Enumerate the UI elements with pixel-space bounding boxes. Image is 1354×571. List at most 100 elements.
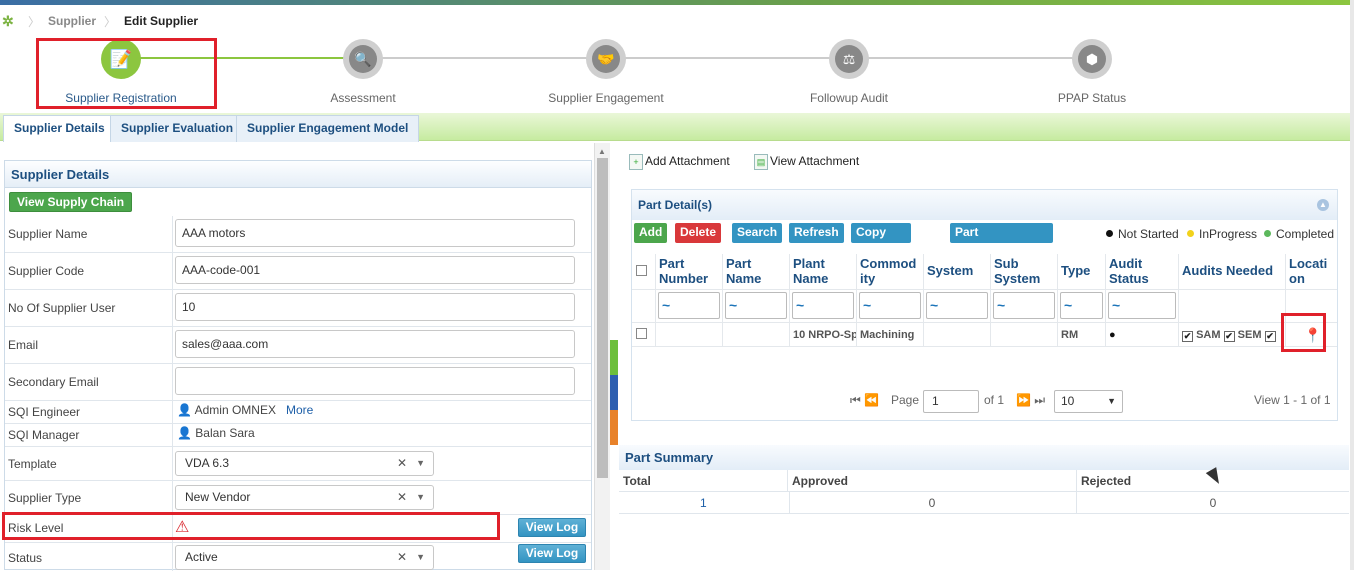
filter-cell <box>1286 289 1337 322</box>
secondary-email-field[interactable] <box>175 367 575 395</box>
registration-icon: 📝 <box>109 48 133 69</box>
chevron-down-icon[interactable]: ▼ <box>416 486 425 509</box>
col-audits-needed[interactable]: Audits Needed <box>1179 254 1286 289</box>
add-attachment-link[interactable]: + Add Attachment <box>629 154 730 170</box>
view-supply-chain-button[interactable]: View Supply Chain <box>9 192 133 212</box>
plant-name-filter[interactable]: ~ <box>792 292 854 319</box>
supplier-code-input[interactable]: AAA-code-001 <box>175 256 575 284</box>
user-icon: 👤 <box>177 403 192 417</box>
system-filter[interactable]: ~ <box>926 292 988 319</box>
supplier-details-panel: Supplier Details View Supply Chain Suppl… <box>4 160 592 571</box>
app-logo-icon[interactable]: ✲ <box>2 13 20 30</box>
col-type[interactable]: Type <box>1058 254 1106 289</box>
view-attachment-link[interactable]: ▤ View Attachment <box>754 154 859 170</box>
row-checkbox[interactable] <box>632 322 656 347</box>
refresh-button[interactable]: Refresh <box>789 223 844 243</box>
clear-icon[interactable]: ✕ <box>397 452 407 475</box>
add-button[interactable]: Add <box>634 223 668 243</box>
audit-icon: ⚖ <box>835 45 863 73</box>
col-part-number[interactable]: Part Number <box>656 254 723 289</box>
filter-cell: ~ <box>790 289 857 322</box>
supplier-type-select[interactable]: New Vendor ✕ ▼ <box>175 485 434 510</box>
row-supplier-type: Supplier Type New Vendor ✕ ▼ <box>5 481 591 515</box>
view-log-button[interactable]: View Log <box>518 544 586 563</box>
chevron-down-icon: ▼ <box>1107 396 1116 406</box>
delete-button[interactable]: Delete <box>675 223 722 243</box>
select-all-checkbox[interactable] <box>632 254 656 289</box>
breadcrumb-edit-supplier: Edit Supplier <box>124 14 199 28</box>
filter-cell: ~ <box>924 289 991 322</box>
collapse-icon[interactable]: ▲ <box>1317 199 1329 211</box>
chevron-down-icon[interactable]: ▼ <box>416 452 425 475</box>
legend-inprogress: InProgress <box>1187 227 1257 241</box>
page-label: Page <box>891 393 920 407</box>
filter-cell: ~ <box>1058 289 1106 322</box>
tab-supplier-details[interactable]: Supplier Details <box>3 115 116 142</box>
copy-location-button[interactable]: Copy Location <box>851 223 911 257</box>
status-select[interactable]: Active ✕ ▼ <box>175 545 434 570</box>
part-name-filter[interactable]: ~ <box>725 292 787 319</box>
step-label: Supplier Registration <box>65 91 177 105</box>
page-size-select[interactable]: 10 ▼ <box>1054 390 1123 413</box>
sqi-engineer-value: 👤 Admin OMNEX More <box>177 403 314 417</box>
sqi-manager-value: 👤 Balan Sara <box>177 426 255 440</box>
clear-icon[interactable]: ✕ <box>397 486 407 509</box>
pager-next-last-icons[interactable]: ⏩ ⏭ <box>1016 393 1045 408</box>
scroll-up-icon[interactable]: ▲ <box>598 147 606 156</box>
audit-status-filter[interactable]: ~ <box>1108 292 1176 319</box>
splitter-scrollbar[interactable]: ▲ <box>594 143 610 570</box>
search-button[interactable]: Search <box>732 223 783 243</box>
cell-plant-name: 10 NRPO-Sp <box>790 322 857 347</box>
pager-first-prev-icons[interactable]: ⏮ ⏪ <box>850 393 879 408</box>
cell-part-number <box>656 322 723 347</box>
email-field[interactable]: sales@aaa.com <box>175 330 575 358</box>
step-supplier-registration[interactable]: 📝 Supplier Registration <box>31 37 211 105</box>
cell-location[interactable]: 📍 <box>1286 322 1337 347</box>
step-followup-audit[interactable]: ⚖ Followup Audit <box>759 37 939 105</box>
more-link[interactable]: More <box>286 403 313 417</box>
cell-audits-needed[interactable]: ✔ SAM ✔ SEM ✔ <box>1179 322 1286 347</box>
col-sub-system[interactable]: Sub System <box>991 254 1058 289</box>
step-supplier-engagement[interactable]: 🤝 Supplier Engagement <box>516 37 696 105</box>
scrollbar-thumb[interactable] <box>597 158 608 478</box>
supplier-name-input[interactable]: AAA motors <box>175 219 575 247</box>
template-select[interactable]: VDA 6.3 ✕ ▼ <box>175 451 434 476</box>
col-location[interactable]: Locati on <box>1286 254 1337 289</box>
row-supplier-name: Supplier Name AAA motors <box>5 216 591 253</box>
breadcrumb-supplier[interactable]: Supplier <box>48 14 96 28</box>
tab-supplier-engagement-model[interactable]: Supplier Engagement Model <box>236 115 420 142</box>
breadcrumb-separator: 〉 <box>104 14 117 29</box>
chevron-down-icon[interactable]: ▼ <box>416 546 425 569</box>
clear-icon[interactable]: ✕ <box>397 546 407 569</box>
view-log-button[interactable]: View Log <box>518 518 586 537</box>
tab-supplier-evaluation[interactable]: Supplier Evaluation <box>110 115 245 142</box>
wizard-steps: 📝 Supplier Registration 🔍 Assessment 🤝 S… <box>0 37 1354 111</box>
page-number-input[interactable]: 1 <box>923 390 979 413</box>
page-scrollbar[interactable] <box>1350 0 1354 570</box>
field-label: Status <box>8 551 43 565</box>
col-plant-name[interactable]: Plant Name <box>790 254 857 289</box>
field-label: Supplier Name <box>8 227 88 241</box>
col-system[interactable]: System <box>924 254 991 289</box>
col-audit-status[interactable]: Audit Status <box>1106 254 1179 289</box>
map-pin-icon[interactable]: 📍 <box>1304 327 1321 343</box>
field-label: Template <box>8 457 57 471</box>
col-part-name[interactable]: Part Name <box>723 254 790 289</box>
col-commodity[interactable]: Commod ity <box>857 254 924 289</box>
part-number-filter[interactable]: ~ <box>658 292 720 319</box>
step-label: Assessment <box>330 91 396 105</box>
row-supplier-code: Supplier Code AAA-code-001 <box>5 253 591 290</box>
step-assessment[interactable]: 🔍 Assessment <box>273 37 453 105</box>
part-synchronization-button[interactable]: Part Synchronization <box>950 223 1054 257</box>
type-filter[interactable]: ~ <box>1060 292 1103 319</box>
commodity-filter[interactable]: ~ <box>859 292 921 319</box>
no-of-users-input[interactable]: 10 <box>175 293 575 321</box>
summary-total-value[interactable]: 1 <box>619 492 790 514</box>
filter-cell: ~ <box>723 289 790 322</box>
sub-system-filter[interactable]: ~ <box>993 292 1055 319</box>
summary-rejected-value: 0 <box>1077 492 1349 514</box>
step-ppap-status[interactable]: ⬢ PPAP Status <box>1002 37 1182 105</box>
step-label: Followup Audit <box>809 91 889 105</box>
row-risk-level: Risk Level ⚠ View Log <box>5 515 591 543</box>
status-dot-icon <box>1264 230 1271 237</box>
